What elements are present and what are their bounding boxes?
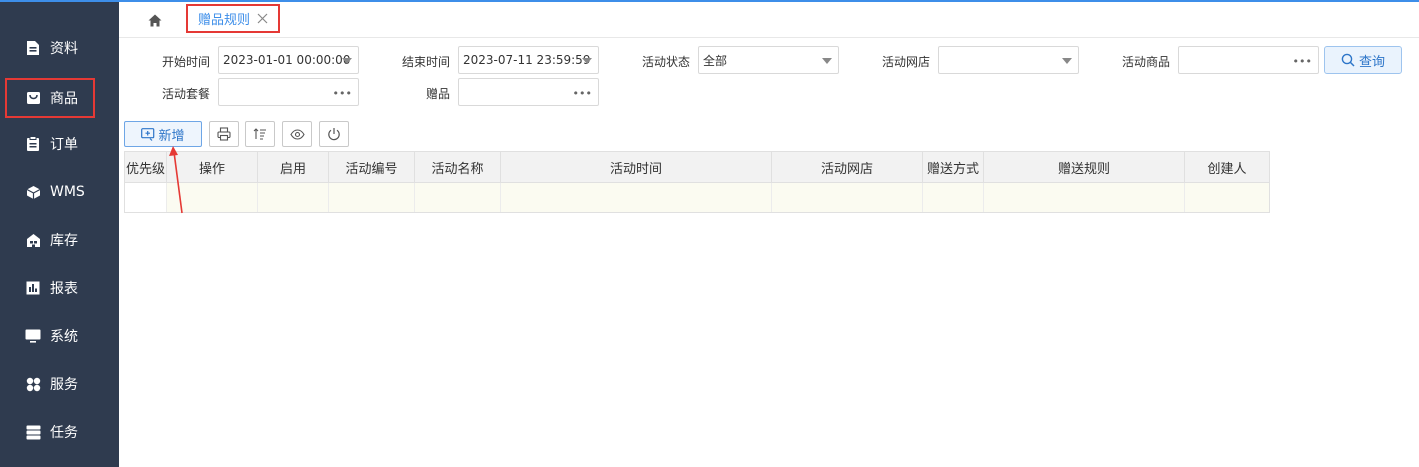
table-cell <box>167 183 258 212</box>
home-icon <box>148 14 162 26</box>
end-time-value: 2023-07-11 23:59:59 <box>463 53 591 67</box>
gift-rules-table: 优先级 操作 启用 活动编号 活动名称 活动时间 活动网店 赠送方式 赠送规则 … <box>124 151 1270 213</box>
table-row[interactable] <box>125 183 1269 212</box>
sidebar-item-wms[interactable]: WMS <box>0 172 119 212</box>
monitor-icon <box>25 328 41 344</box>
view-button[interactable] <box>282 121 312 147</box>
shopping-bag-icon <box>25 90 41 106</box>
power-icon <box>328 128 340 141</box>
sidebar-item-products[interactable]: 商品 <box>5 78 95 118</box>
printer-icon <box>217 127 231 141</box>
tab-gift-rules[interactable]: 赠品规则 <box>186 4 280 33</box>
sidebar-item-system[interactable]: 系统 <box>0 316 119 356</box>
column-header[interactable]: 赠送方式 <box>923 152 984 182</box>
table-cell <box>923 183 984 212</box>
sidebar-item-label: 报表 <box>50 281 78 297</box>
more-icon[interactable]: ••• <box>333 87 352 100</box>
add-label: 新增 <box>158 128 185 144</box>
sidebar-item-label: 资料 <box>50 41 78 57</box>
shop-select[interactable] <box>938 46 1079 74</box>
query-label: 查询 <box>1358 54 1385 70</box>
table-cell <box>1185 183 1269 212</box>
sidebar-item-tasks[interactable]: 任务 <box>0 412 119 452</box>
sidebar-item-services[interactable]: 服务 <box>0 364 119 404</box>
table-cell <box>329 183 415 212</box>
gift-picker[interactable]: ••• <box>458 78 599 106</box>
column-header[interactable]: 启用 <box>258 152 329 182</box>
sidebar: 资料 商品 订单 WMS 库存 报表 系统 服务 任务 <box>0 2 119 467</box>
cube-icon <box>25 184 41 200</box>
sort-button[interactable] <box>245 121 275 147</box>
sidebar-item-inventory[interactable]: 库存 <box>0 220 119 260</box>
status-label: 活动状态 <box>641 55 690 69</box>
close-icon[interactable] <box>256 13 268 25</box>
sidebar-item-label: 任务 <box>50 425 78 441</box>
table-cell <box>501 183 772 212</box>
add-icon <box>141 127 155 141</box>
file-icon <box>25 40 41 56</box>
column-header[interactable]: 创建人 <box>1185 152 1269 182</box>
product-picker[interactable]: ••• <box>1178 46 1319 74</box>
start-time-field[interactable]: 2023-01-01 00:00:00 <box>218 46 359 74</box>
sidebar-item-label: WMS <box>50 184 85 200</box>
column-header[interactable]: 优先级 <box>125 152 167 182</box>
sidebar-item-orders[interactable]: 订单 <box>0 124 119 164</box>
tab-label: 赠品规则 <box>198 13 251 28</box>
package-picker[interactable]: ••• <box>218 78 359 106</box>
shop-label: 活动网店 <box>881 55 930 69</box>
dropdown-caret-icon <box>1062 58 1072 64</box>
status-select[interactable]: 全部 <box>698 46 839 74</box>
sidebar-item-label: 商品 <box>50 91 78 107</box>
query-button[interactable]: 查询 <box>1324 46 1402 74</box>
column-header[interactable]: 操作 <box>167 152 258 182</box>
dropdown-caret-icon <box>582 58 592 64</box>
eye-icon <box>289 128 305 140</box>
end-time-field[interactable]: 2023-07-11 23:59:59 <box>458 46 599 74</box>
clipboard-icon <box>25 136 41 152</box>
column-header[interactable]: 活动网店 <box>772 152 923 182</box>
table-cell <box>984 183 1185 212</box>
table-cell <box>772 183 923 212</box>
search-icon <box>1341 53 1355 67</box>
sidebar-item-label: 订单 <box>50 137 78 153</box>
end-time-label: 结束时间 <box>401 55 450 69</box>
sidebar-item-label: 系统 <box>50 329 78 345</box>
table-cell <box>258 183 329 212</box>
sidebar-item-data[interactable]: 资料 <box>0 28 119 68</box>
column-header[interactable]: 活动名称 <box>415 152 501 182</box>
status-value: 全部 <box>703 53 728 68</box>
sidebar-item-label: 库存 <box>50 233 78 249</box>
bar-chart-icon <box>25 280 41 296</box>
start-time-label: 开始时间 <box>161 55 210 69</box>
add-button[interactable]: 新增 <box>124 121 202 147</box>
start-time-value: 2023-01-01 00:00:00 <box>223 53 351 67</box>
more-icon[interactable]: ••• <box>573 87 592 100</box>
table-cell <box>415 183 501 212</box>
package-label: 活动套餐 <box>161 87 210 101</box>
power-button[interactable] <box>319 121 349 147</box>
table-cell <box>125 183 167 212</box>
sidebar-item-reports[interactable]: 报表 <box>0 268 119 308</box>
warehouse-icon <box>25 232 41 248</box>
sidebar-item-label: 服务 <box>50 377 78 393</box>
dropdown-caret-icon <box>822 58 832 64</box>
server-icon <box>25 424 41 440</box>
dropdown-caret-icon <box>342 58 352 64</box>
table-header: 优先级 操作 启用 活动编号 活动名称 活动时间 活动网店 赠送方式 赠送规则 … <box>125 152 1269 183</box>
column-header[interactable]: 活动编号 <box>329 152 415 182</box>
apps-icon <box>25 376 41 392</box>
product-label: 活动商品 <box>1121 55 1170 69</box>
column-header[interactable]: 活动时间 <box>501 152 772 182</box>
gift-label: 赠品 <box>425 87 450 101</box>
print-button[interactable] <box>209 121 239 147</box>
tab-bar: 赠品规则 <box>119 2 1419 38</box>
home-tab[interactable] <box>145 10 165 30</box>
column-header[interactable]: 赠送规则 <box>984 152 1185 182</box>
sort-icon <box>253 128 266 140</box>
more-icon[interactable]: ••• <box>1293 55 1312 68</box>
